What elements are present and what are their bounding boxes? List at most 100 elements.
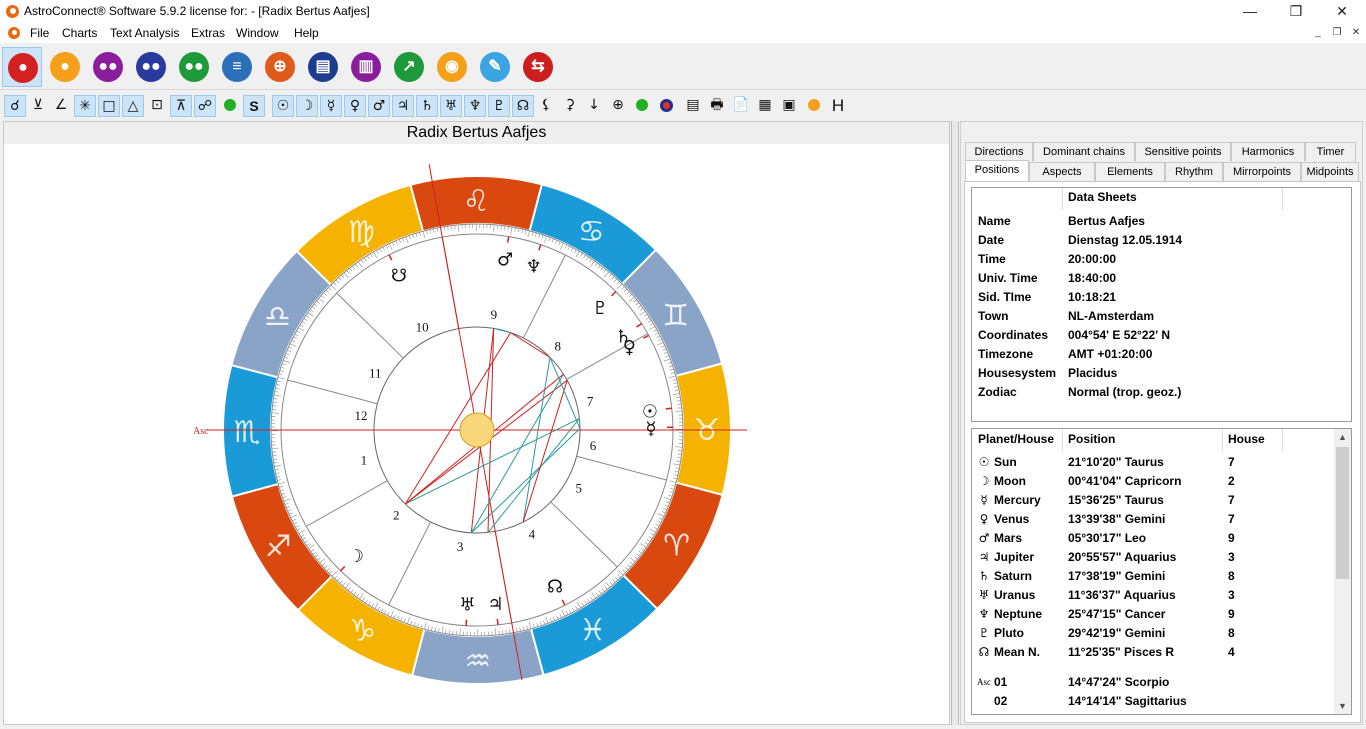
square-toggle-icon[interactable]: □ [98, 95, 120, 117]
jupiter-toggle-icon[interactable]: ♃ [392, 95, 414, 117]
s-toggle-icon[interactable]: S [243, 95, 265, 117]
exit-button-13[interactable]: ⇆ [518, 47, 558, 87]
id-card-button-8[interactable]: ▤ [303, 47, 343, 87]
planet-row[interactable]: Asc 01 14°47'24" Scorpio [972, 673, 1334, 692]
menu-text-analysis[interactable]: Text Analysis [110, 26, 179, 40]
node-toggle-icon[interactable]: ☊ [512, 95, 534, 117]
planet-row[interactable]: ♃ Jupiter 20°55'57" Aquarius 3 [972, 548, 1334, 567]
tab-rhythm[interactable]: Rhythm [1165, 162, 1223, 181]
tab-elements[interactable]: Elements [1095, 162, 1165, 181]
sesquiquadrate-toggle-icon[interactable]: ⊡ [146, 95, 168, 117]
restore-button[interactable]: ❐ [1273, 0, 1319, 23]
people-button-3[interactable]: ●● [88, 47, 128, 87]
earth-toggle-icon[interactable]: ⊕ [607, 95, 629, 117]
h-toggle-icon[interactable]: H [827, 95, 849, 117]
header-house[interactable]: House [1228, 432, 1265, 446]
people-button-4[interactable]: ●● [131, 47, 171, 87]
mars-toggle-icon[interactable]: ♂ [368, 95, 390, 117]
zodiac-sign-icon: ♈ [663, 528, 690, 563]
planet-row[interactable]: 02 14°14'14" Sagittarius [972, 692, 1334, 711]
planet-row[interactable]: ♇ Pluto 29°42'19" Gemini 8 [972, 624, 1334, 643]
semisquare-toggle-icon[interactable]: ∠ [50, 95, 72, 117]
menu-window[interactable]: Window [236, 26, 279, 40]
close-button[interactable]: ✕ [1319, 0, 1365, 23]
menu-extras[interactable]: Extras [191, 26, 225, 40]
mdi-minimize-button[interactable]: _ [1311, 26, 1325, 40]
down-toggle-icon[interactable]: ↓ [583, 95, 605, 117]
menu-charts[interactable]: Charts [62, 26, 97, 40]
podcast-button-11[interactable]: ◉ [432, 47, 472, 87]
semisextile-toggle-icon[interactable]: ⊻ [27, 95, 49, 117]
planet-row[interactable]: ☽ Moon 00°41'04" Capricorn 2 [972, 472, 1334, 491]
planet-row[interactable]: ♅ Uranus 11°36'37" Aquarius 3 [972, 586, 1334, 605]
mdi-close-button[interactable]: ✕ [1349, 26, 1363, 40]
scroll-up-icon[interactable]: ▲ [1334, 429, 1351, 445]
radix-wheel[interactable]: ♈♉♊♋♌♍♎♏♐♑♒♓MCAsc123456789101112☉☽☿♀♂♃♄♅… [194, 162, 764, 722]
scroll-thumb[interactable] [1336, 447, 1349, 579]
page-toggle-icon[interactable]: 📄 [730, 95, 752, 117]
tab-harmonics[interactable]: Harmonics [1231, 142, 1305, 161]
mercury-toggle-icon[interactable]: ☿ [320, 95, 342, 117]
positions-grid[interactable]: Planet/House Position House ☉ Sun 21°10'20… [971, 428, 1352, 715]
sun-toggle-icon[interactable]: ☉ [272, 95, 294, 117]
tab-aspects[interactable]: Aspects [1029, 162, 1095, 181]
people-button-5[interactable]: ●● [174, 47, 214, 87]
planet-row[interactable]: ♆ Neptune 25°47'15" Cancer 9 [972, 605, 1334, 624]
tab-directions[interactable]: Directions [965, 142, 1033, 161]
venus-toggle-icon[interactable]: ♀ [344, 95, 366, 117]
planet-row[interactable]: ☿ Mercury 15°36'25" Taurus 7 [972, 491, 1334, 510]
edit-button-12[interactable]: ✎ [475, 47, 515, 87]
person-button-2[interactable]: ● [45, 47, 85, 87]
minimize-button[interactable]: — [1227, 0, 1273, 23]
planet-row[interactable]: ♂ Mars 05°30'17" Leo 9 [972, 529, 1334, 548]
tab-sensitive-points[interactable]: Sensitive points [1135, 142, 1231, 161]
planet-row[interactable]: ☉ Sun 21°10'20" Taurus 7 [972, 453, 1334, 472]
mdi-restore-button[interactable]: ❐ [1330, 26, 1344, 40]
dot-green-toggle-icon[interactable] [631, 95, 653, 117]
tab-timer[interactable]: Timer [1305, 142, 1356, 161]
conjunction-toggle-icon[interactable]: ☌ [4, 95, 26, 117]
pdf-toggle-icon[interactable]: ▣ [778, 95, 800, 117]
planet-glyph-icon: ☉ [978, 455, 990, 469]
globe-button-7[interactable]: ⊕ [260, 47, 300, 87]
book-button-9[interactable]: ▥ [346, 47, 386, 87]
lilith-toggle-icon[interactable]: ⚸ [535, 95, 557, 117]
scroll-down-icon[interactable]: ▼ [1334, 698, 1351, 714]
chiron-toggle-icon[interactable]: ⚳ [559, 95, 581, 117]
header-planet-house[interactable]: Planet/House [978, 432, 1054, 446]
target-toggle-icon[interactable] [655, 95, 677, 117]
tab-positions[interactable]: Positions [965, 160, 1029, 181]
list-button-6[interactable]: ≡ [217, 47, 257, 87]
tab-midpoints[interactable]: Midpoints [1301, 162, 1359, 181]
planet-row[interactable]: ♀ Venus 13°39'38" Gemini 7 [972, 510, 1334, 529]
dot-orange-toggle-icon[interactable] [803, 95, 825, 117]
data-value: Bertus Aafjes [1068, 214, 1145, 228]
planet-row[interactable]: ♄ Saturn 17°38'19" Gemini 8 [972, 567, 1334, 586]
trend-chart-button-10[interactable]: ↗ [389, 47, 429, 87]
uranus-toggle-icon[interactable]: ♅ [440, 95, 462, 117]
export-toggle-icon[interactable]: ▦ [754, 95, 776, 117]
trine-toggle-icon[interactable]: △ [122, 95, 144, 117]
menu-help[interactable]: Help [294, 26, 319, 40]
opposition-toggle-icon[interactable]: ☍ [194, 95, 216, 117]
saturn-toggle-icon[interactable]: ♄ [416, 95, 438, 117]
dot-green-toggle-icon[interactable] [219, 95, 241, 117]
header-position[interactable]: Position [1068, 432, 1115, 446]
zodiac-sign-icon: ♐ [265, 530, 292, 565]
tab-mirrorpoints[interactable]: Mirrorpoints [1223, 162, 1301, 181]
print-toggle-icon[interactable]: 🖶 [706, 95, 728, 117]
pluto-toggle-icon[interactable]: ♇ [488, 95, 510, 117]
zodiac-sign-icon: ♏ [234, 415, 261, 450]
person-button-1[interactable]: ● [2, 47, 42, 87]
tab-dominant-chains[interactable]: Dominant chains [1033, 142, 1135, 161]
menu-file[interactable]: File [30, 26, 49, 40]
pane-splitter[interactable] [951, 121, 959, 725]
moon-toggle-icon[interactable]: ☽ [296, 95, 318, 117]
neptune-toggle-icon[interactable]: ♆ [464, 95, 486, 117]
planet-row[interactable]: ☊ Mean N. 11°25'35" Pisces R 4 [972, 643, 1334, 662]
document-icon[interactable] [8, 27, 20, 39]
sextile-toggle-icon[interactable]: ✳ [74, 95, 96, 117]
quincunx-toggle-icon[interactable]: ⊼ [170, 95, 192, 117]
vertical-scrollbar[interactable]: ▲ ▼ [1334, 429, 1351, 714]
print-preview-toggle-icon[interactable]: ▤ [682, 95, 704, 117]
